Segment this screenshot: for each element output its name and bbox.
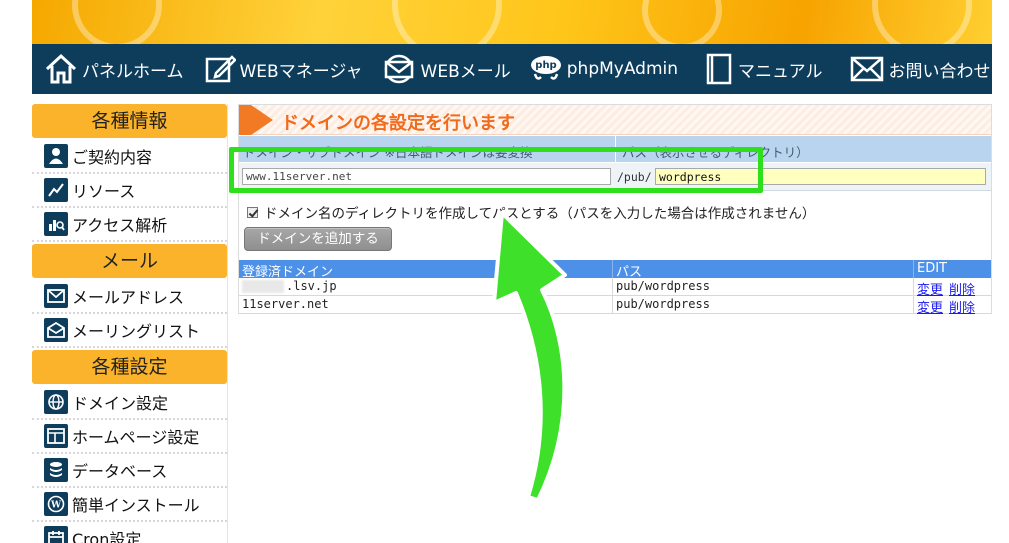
top-nav: パネルホーム WEBマネージャ WEBメール php phpMyAdmin マニ…: [32, 44, 992, 94]
nav-label: WEBマネージャ: [239, 61, 363, 82]
sidebar-item-contract[interactable]: ご契約内容: [32, 140, 227, 174]
nav-label: WEBメール: [420, 61, 511, 82]
domain-settings-panel: ドメインの各設定を行います ドメイン・サブドメイン ※日本語ドメインは要変換 パ…: [238, 104, 992, 316]
sidebar-item-homepage-settings[interactable]: ホームページ設定: [32, 420, 227, 454]
path-header: パス: [613, 260, 914, 280]
gear-decoration: [642, 0, 722, 44]
php-icon: php: [529, 53, 563, 85]
sidebar: 各種情報 ご契約内容 リソース アクセス解析 メール メールアドレス メーリング…: [32, 104, 228, 543]
globe-icon: [44, 390, 68, 414]
edit-link[interactable]: 変更: [917, 279, 943, 298]
title-marker: [239, 105, 251, 135]
edit-icon: [204, 53, 236, 85]
page-title: ドメインの各設定を行います: [281, 113, 515, 134]
path-cell: pub/wordpress: [613, 296, 914, 313]
sidebar-section-info: 各種情報: [32, 104, 227, 138]
edit-cell: 変更 削除: [914, 278, 991, 298]
create-directory-checkbox[interactable]: [247, 206, 258, 218]
webpage-icon: [44, 424, 68, 448]
gear-decoration: [392, 0, 502, 44]
sidebar-item-label: ドメイン設定: [72, 394, 169, 413]
nav-webmail[interactable]: WEBメール: [381, 44, 511, 94]
book-icon: [704, 52, 734, 86]
mail-icon: [44, 284, 68, 308]
sidebar-item-cron-settings[interactable]: Cron設定: [32, 522, 227, 543]
analytics-icon: [44, 212, 68, 236]
highlight-box: [229, 147, 763, 193]
panel-title-bar: ドメインの各設定を行います: [239, 105, 991, 135]
pointer-arrow-icon: [492, 211, 567, 502]
database-icon: [44, 458, 68, 482]
sidebar-section-mail: メール: [32, 244, 227, 278]
nav-label: マニュアル: [738, 61, 823, 82]
sidebar-item-mail-address[interactable]: メールアドレス: [32, 280, 227, 314]
sidebar-item-easy-install[interactable]: W 簡単インストール: [32, 488, 227, 522]
sidebar-item-label: メーリングリスト: [72, 322, 201, 341]
svg-text:W: W: [50, 501, 62, 511]
registered-domains-table: 登録済ドメイン パス EDIT .lsv.jp pub/wordpress 変更…: [239, 260, 991, 316]
sidebar-item-resource[interactable]: リソース: [32, 174, 227, 208]
sidebar-item-label: データベース: [72, 462, 168, 481]
sidebar-item-access-analysis[interactable]: アクセス解析: [32, 208, 227, 242]
edit-header: EDIT: [917, 261, 947, 276]
table-row: .lsv.jp pub/wordpress 変更 削除: [239, 278, 991, 298]
sidebar-item-label: リソース: [72, 182, 136, 201]
nav-label: phpMyAdmin: [566, 59, 679, 79]
nav-label: お問い合わせ: [888, 61, 991, 82]
edit-link[interactable]: 変更: [917, 297, 943, 316]
svg-text:php: php: [535, 60, 556, 71]
chart-line-icon: [44, 178, 68, 202]
user-icon: [44, 144, 68, 168]
gear-decoration: [872, 0, 972, 44]
sidebar-item-label: ご契約内容: [72, 148, 153, 167]
delete-link[interactable]: 削除: [949, 279, 975, 298]
nav-panel-home[interactable]: パネルホーム: [44, 44, 184, 94]
mailing-list-icon: [44, 318, 68, 342]
sidebar-item-label: Cron設定: [72, 530, 142, 543]
edit-cell: 変更 削除: [914, 296, 991, 316]
sidebar-item-label: アクセス解析: [72, 216, 168, 235]
table-header: 登録済ドメイン パス EDIT: [239, 260, 991, 280]
sidebar-item-label: メールアドレス: [72, 288, 185, 307]
domain-name: .lsv.jp: [286, 279, 337, 293]
nav-web-manager[interactable]: WEBマネージャ: [204, 44, 363, 94]
delete-link[interactable]: 削除: [949, 297, 975, 316]
header-banner: [32, 0, 992, 44]
nav-phpmyadmin[interactable]: php phpMyAdmin: [529, 44, 678, 94]
wordpress-icon: W: [44, 492, 68, 516]
path-cell: pub/wordpress: [613, 278, 914, 295]
redacted-text: [242, 280, 284, 293]
mail-globe-icon: [381, 53, 417, 85]
sidebar-item-label: ホームページ設定: [72, 428, 200, 447]
gear-decoration: [72, 0, 162, 44]
sidebar-item-label: 簡単インストール: [72, 496, 200, 515]
sidebar-item-database[interactable]: データベース: [32, 454, 227, 488]
title-arrow-icon: [251, 105, 273, 135]
table-row: 11server.net pub/wordpress 変更 削除: [239, 296, 991, 316]
calendar-icon: [44, 526, 68, 543]
sidebar-item-domain-settings[interactable]: ドメイン設定: [32, 386, 227, 420]
home-icon: [44, 53, 78, 85]
nav-manual[interactable]: マニュアル: [704, 44, 823, 94]
sidebar-section-settings: 各種設定: [32, 350, 227, 384]
sidebar-item-mailing-list[interactable]: メーリングリスト: [32, 314, 227, 348]
nav-label: パネルホーム: [82, 61, 184, 82]
add-domain-button[interactable]: ドメインを追加する: [244, 227, 392, 251]
nav-contact[interactable]: お問い合わせ: [849, 44, 991, 94]
envelope-icon: [849, 54, 885, 84]
